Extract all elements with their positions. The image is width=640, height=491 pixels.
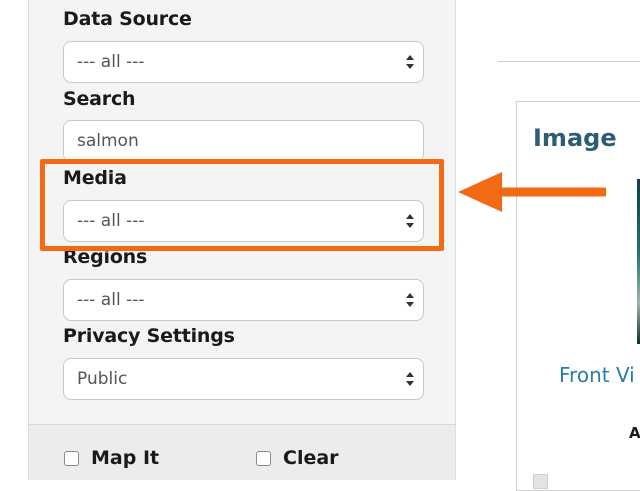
- page-left-margin: [0, 0, 28, 480]
- pointer-arrow-icon: [458, 172, 606, 212]
- data-source-label: Data Source: [63, 8, 192, 30]
- clear-checkbox[interactable]: [256, 451, 271, 466]
- result-card: Image Front Vi A: [516, 101, 640, 491]
- privacy-settings-label: Privacy Settings: [63, 325, 235, 347]
- media-highlight-box: [40, 159, 444, 251]
- search-label: Search: [63, 88, 136, 110]
- map-it-label[interactable]: Map It: [91, 447, 159, 469]
- search-input-value: salmon: [77, 131, 139, 151]
- results-panel: Image Front Vi A: [498, 0, 640, 491]
- map-it-checkbox[interactable]: [64, 451, 79, 466]
- data-source-value: --- all ---: [77, 52, 145, 72]
- clear-label[interactable]: Clear: [283, 447, 339, 469]
- card-select-checkbox[interactable]: [533, 474, 548, 489]
- card-title: Image: [533, 124, 617, 152]
- content-gap: [456, 0, 498, 480]
- privacy-settings-value: Public: [77, 369, 128, 389]
- result-link[interactable]: Front Vi: [559, 363, 635, 387]
- select-arrows-icon: [405, 370, 415, 388]
- results-divider: [498, 61, 640, 62]
- select-arrows-icon: [405, 291, 415, 309]
- regions-select[interactable]: --- all ---: [63, 279, 424, 321]
- privacy-settings-select[interactable]: Public: [63, 358, 424, 400]
- search-input[interactable]: salmon: [63, 120, 424, 162]
- regions-value: --- all ---: [77, 290, 145, 310]
- data-source-select[interactable]: --- all ---: [63, 41, 424, 83]
- card-meta-text: A: [629, 424, 640, 442]
- select-arrows-icon: [405, 53, 415, 71]
